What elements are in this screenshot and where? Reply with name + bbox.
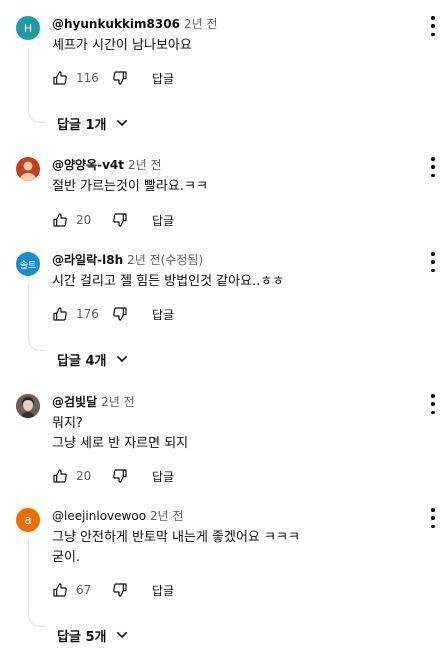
chevron-down-icon: [117, 631, 128, 639]
like-icon[interactable]: [52, 582, 68, 598]
like-count: 20: [76, 213, 92, 227]
timestamp[interactable]: 2년 전: [101, 395, 135, 409]
avatar[interactable]: 솔트: [16, 252, 40, 276]
comment-header: @hyunkukkim8306 2년 전: [52, 16, 217, 32]
comment-actions: 67 답글: [52, 580, 174, 600]
comment-header: @라일락-l8h 2년 전(수정됨): [52, 252, 203, 268]
comment-text: 셰프가 시간이 남나보아요: [52, 36, 192, 56]
more-options-icon[interactable]: [427, 16, 439, 36]
avatar[interactable]: [16, 157, 40, 181]
timestamp[interactable]: 2년 전: [128, 158, 162, 172]
reply-button[interactable]: 답글: [152, 70, 174, 87]
comment-header: @양양옥-v4t 2년 전: [52, 157, 162, 173]
dislike-icon[interactable]: [112, 212, 128, 228]
like-count: 67: [76, 583, 92, 597]
more-options-icon[interactable]: [427, 508, 439, 528]
avatar[interactable]: a: [16, 508, 40, 532]
more-options-icon[interactable]: [427, 157, 439, 177]
chevron-down-icon: [117, 355, 128, 363]
replies-count-label: 답글 5개: [57, 629, 107, 645]
more-options-icon[interactable]: [427, 394, 439, 414]
comment-actions: 20 답글: [52, 210, 174, 230]
author-name[interactable]: @검빛달: [52, 395, 97, 409]
replies-count-label: 답글 1개: [57, 117, 107, 133]
more-options-icon[interactable]: [427, 252, 439, 272]
comment-line: 절반 가르는것이 빨라요.ㅋㅋ: [52, 179, 208, 194]
replies-count-label: 답글 4개: [57, 353, 107, 369]
timestamp[interactable]: 2년 전: [184, 17, 218, 31]
comment-text: 시간 걸리고 젤 힘든 방법인것 같아요..ㅎㅎ: [52, 272, 284, 292]
comment-line: 그냥 안전하게 반토막 내는게 좋겠어요 ㅋㅋㅋ: [52, 530, 300, 545]
view-replies-button[interactable]: 답글 5개: [57, 625, 130, 645]
comment-text: 뭐지? 그냥 세로 반 자르면 되지: [52, 414, 188, 454]
reply-button[interactable]: 답글: [152, 468, 174, 485]
comment-header: @검빛달 2년 전: [52, 394, 135, 410]
comment-text: 그냥 안전하게 반토막 내는게 좋겠어요 ㅋㅋㅋ 굳이.: [52, 528, 300, 568]
avatar[interactable]: H: [16, 16, 40, 40]
view-replies-button[interactable]: 답글 4개: [57, 349, 130, 369]
comment-actions: 176 답글: [52, 304, 174, 324]
avatar[interactable]: [16, 394, 40, 418]
timestamp[interactable]: 2년 전(수정됨): [127, 253, 203, 267]
comment-line: 셰프가 시간이 남나보아요: [52, 38, 192, 53]
comment-actions: 20 답글: [52, 466, 174, 486]
chevron-down-icon: [117, 119, 128, 127]
reply-button[interactable]: 답글: [152, 306, 174, 323]
reply-button[interactable]: 답글: [152, 582, 174, 599]
like-icon[interactable]: [52, 212, 68, 228]
timestamp[interactable]: 2년 전: [150, 509, 184, 523]
dislike-icon[interactable]: [112, 70, 128, 86]
comment-text: 절반 가르는것이 빨라요.ㅋㅋ: [52, 177, 208, 197]
comment-line: 굳이.: [52, 550, 81, 565]
author-name[interactable]: @leejinlovewoo: [52, 509, 146, 523]
thread-connector: [28, 284, 45, 351]
author-name[interactable]: @hyunkukkim8306: [52, 17, 180, 31]
like-count: 20: [76, 469, 92, 483]
profile-photo-icon: [16, 394, 40, 418]
thread-connector: [28, 540, 45, 627]
like-icon[interactable]: [52, 306, 68, 322]
like-icon[interactable]: [52, 468, 68, 484]
view-replies-button[interactable]: 답글 1개: [57, 113, 130, 133]
author-name[interactable]: @라일락-l8h: [52, 253, 123, 267]
thread-connector: [28, 48, 45, 123]
person-icon: [19, 161, 37, 181]
comment-line: 그냥 세로 반 자르면 되지: [52, 436, 189, 451]
comment-line: 시간 걸리고 젤 힘든 방법인것 같아요..ㅎㅎ: [52, 274, 285, 289]
dislike-icon[interactable]: [112, 468, 128, 484]
dislike-icon[interactable]: [112, 306, 128, 322]
comment-line: 뭐지?: [52, 416, 83, 431]
reply-button[interactable]: 답글: [152, 212, 174, 229]
comment-header: @leejinlovewoo 2년 전: [52, 508, 184, 524]
like-count: 176: [76, 307, 99, 321]
comment-actions: 116 답글: [52, 68, 174, 88]
author-name[interactable]: @양양옥-v4t: [52, 158, 124, 172]
like-icon[interactable]: [52, 70, 68, 86]
like-count: 116: [76, 71, 99, 85]
dislike-icon[interactable]: [112, 582, 128, 598]
